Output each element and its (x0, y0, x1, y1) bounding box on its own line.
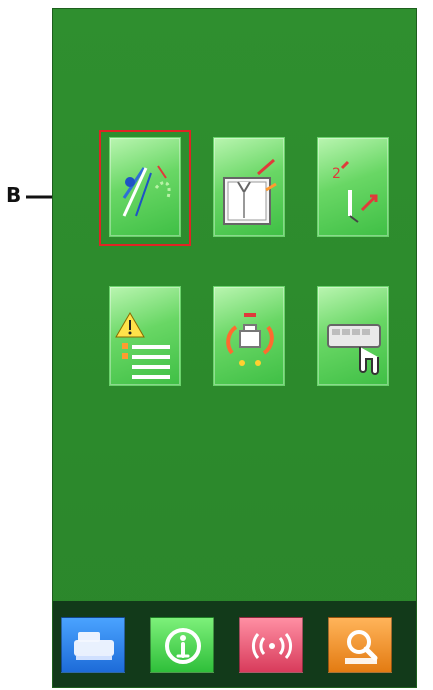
needle-position-icon: 2 (332, 160, 378, 223)
sewing-machine-icon (74, 632, 114, 660)
info-button[interactable] (150, 617, 214, 673)
communication-icon (251, 633, 293, 659)
info-icon (165, 628, 201, 664)
keyboard-touch-icon (327, 324, 381, 375)
callout-label-b: B (6, 183, 22, 207)
shirt-check-icon (223, 158, 277, 225)
device-screen: 2 (52, 8, 417, 688)
tile-needle-position[interactable]: 2 (317, 137, 389, 237)
tile-warning-list[interactable] (109, 286, 181, 386)
machine-maintenance-icon (226, 313, 274, 366)
tile-keyboard-touch[interactable] (317, 286, 389, 386)
search-icon (345, 630, 378, 664)
needle-thread-setting-icon (122, 165, 171, 217)
bottom-toolbar (53, 601, 416, 687)
tile-machine-maintenance[interactable] (213, 286, 285, 386)
svg-text:2: 2 (332, 166, 341, 182)
warning-list-icon (115, 312, 170, 379)
tile-shirt-check[interactable] (213, 137, 285, 237)
sewing-mode-button[interactable] (61, 617, 125, 673)
tile-needle-thread-setting[interactable] (109, 137, 181, 237)
search-button[interactable] (328, 617, 392, 673)
communication-button[interactable] (239, 617, 303, 673)
